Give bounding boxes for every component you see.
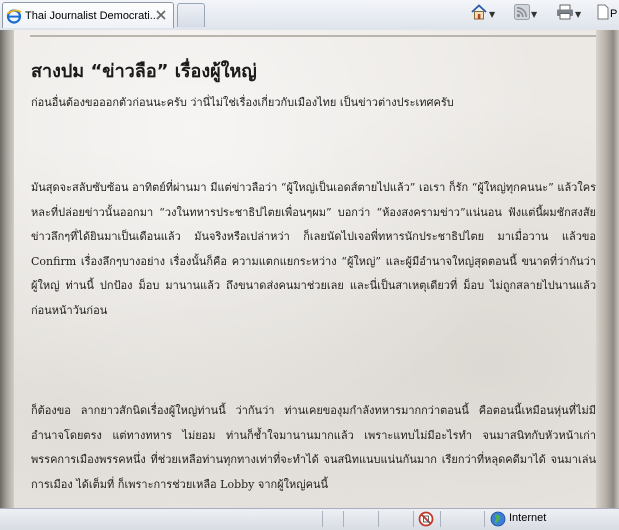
web-page: สางปม “ข่าวลือ” เรื่องผู้ใหญ่ ก่อนอื่นต้… <box>0 30 619 508</box>
status-bar: Internet <box>0 508 619 529</box>
chevron-down-icon[interactable]: ▼ <box>575 10 581 19</box>
print-icon <box>556 4 574 24</box>
article-intro: ก่อนอื่นต้องขอออกตัวก่อนนะครับ ว่านี่ไม่… <box>31 96 454 109</box>
chevron-down-icon[interactable]: ▼ <box>489 10 495 19</box>
divider <box>322 511 323 527</box>
article-paragraph: มันสุดจะสลับซับซ้อน อาทิตย์ที่ผ่านมา มีแ… <box>31 181 596 317</box>
divider <box>440 511 441 527</box>
divider <box>378 511 379 527</box>
tab-title: Thai Journalist Democrati... <box>25 9 157 22</box>
chevron-down-icon[interactable]: ▼ <box>531 10 537 19</box>
article-headline: สางปม “ข่าวลือ” เรื่องผู้ใหญ่ <box>31 61 257 82</box>
print-button[interactable]: ▼ <box>556 3 581 25</box>
home-button[interactable]: ▼ <box>470 3 495 25</box>
feeds-button[interactable]: ▼ <box>514 3 537 25</box>
ie-page-icon <box>6 8 22 24</box>
browser-tab-active[interactable]: Thai Journalist Democrati... <box>2 2 174 28</box>
security-zone-label: Internet <box>509 512 547 524</box>
rss-feed-icon <box>514 4 530 24</box>
browser-tab-strip: Thai Journalist Democrati... ▼ ▼ ▼ P <box>0 0 619 31</box>
divider <box>413 511 414 527</box>
new-tab-button[interactable] <box>177 3 205 27</box>
divider <box>484 511 485 527</box>
page-icon <box>597 4 609 24</box>
popup-blocked-icon[interactable] <box>418 511 434 527</box>
page-menu-button[interactable]: P <box>597 3 617 25</box>
parchment-right-edge <box>596 30 619 508</box>
page-menu-label: P <box>610 8 618 20</box>
parchment-left-edge <box>0 30 14 508</box>
globe-icon <box>490 511 506 527</box>
divider <box>30 35 596 37</box>
home-icon <box>470 3 488 25</box>
close-icon[interactable] <box>154 8 168 22</box>
article-paragraph: ก็ต้องขอ ลากยาวสักนิดเรื่องผู้ใหญ่ท่านนี… <box>31 404 596 491</box>
divider <box>343 511 344 527</box>
